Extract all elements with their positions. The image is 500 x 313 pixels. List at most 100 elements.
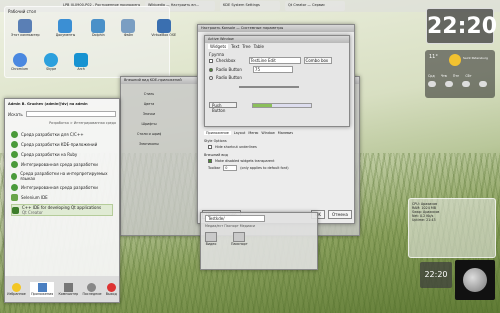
toolbar-hint: (only applies to default font) [240, 166, 289, 170]
tab-layout[interactable]: Layout [234, 131, 246, 135]
tab-recent[interactable]: Последние [82, 282, 102, 296]
tab-malevich[interactable]: Малевич [278, 131, 293, 135]
preview-window: Active Window Widgets Text Tree Table Гр… [204, 35, 350, 127]
cancel-button[interactable]: Отмена [327, 210, 352, 219]
dolphin-window: Testkde/ Медиа/ест Паспорт Медиаси Видео… [200, 212, 318, 270]
launcher-tabs: Избранное Приложения Компьютер Последние… [5, 276, 119, 302]
push-button[interactable]: Push Button [209, 102, 237, 113]
dolphin-path[interactable]: Testkde/ [205, 215, 265, 222]
system-monitor: CPU: Арахисов RAM: 1024 МВ Swap: Арахисо… [408, 198, 496, 258]
sidebar-item-icons[interactable]: Значки [137, 112, 161, 116]
sidebar-item-gtk[interactable]: Стили и шрифты GTK [137, 132, 161, 136]
search-label: Искать [8, 111, 23, 117]
clock-icon [87, 282, 97, 292]
app-icon [11, 172, 18, 180]
desktop-icon[interactable]: Skype [44, 53, 59, 71]
weather-day: Сбт [465, 74, 472, 78]
tab-menu[interactable]: Меню [248, 131, 258, 135]
clock-widget: 22:20 [426, 8, 498, 44]
app-icon [11, 161, 18, 168]
desktop-icon[interactable]: Документы [56, 19, 75, 37]
app-icon [11, 151, 18, 158]
desktop-icon[interactable]: Dolphin [91, 19, 106, 37]
weather-sun-icon [449, 54, 461, 66]
tab-leave[interactable]: Выход [106, 282, 117, 296]
desktop-folder: Рабочий стол Этот компьютер Документы Do… [4, 6, 176, 78]
computer-icon [63, 282, 73, 292]
folder-title: Рабочий стол [8, 9, 37, 14]
preview-title: Active Window [205, 36, 349, 43]
style-window: Настроить Konsole — Системные параметры … [197, 24, 355, 224]
list-item[interactable]: Среда разработки на интерпретируемых язы… [11, 171, 113, 181]
sidebar-item-emoticons[interactable]: Эмотиконы [137, 142, 161, 146]
progress-fill [253, 103, 272, 107]
cloud-icon [462, 81, 470, 87]
search-input[interactable] [25, 111, 116, 117]
preview-tab[interactable]: Text [231, 44, 239, 49]
style-window-titlebar[interactable]: Настроить Konsole — Системные параметры [198, 25, 354, 32]
tab-applications[interactable]: Приложения [30, 281, 55, 297]
desktop-icon[interactable]: Arch [74, 53, 89, 71]
section-appearance: Внешний вид [204, 153, 228, 157]
desktop-icon[interactable]: Файл [121, 19, 136, 37]
preview-tab[interactable]: Table [254, 44, 264, 49]
cloud-icon [428, 81, 436, 87]
weather-widget: 11° Saint Petersburg Срд Чтв Птн Сбт [425, 50, 495, 98]
task-item[interactable]: KDE System Settings [220, 1, 280, 11]
app-icon [11, 131, 18, 138]
app-launcher: Admin В. Gruchev (admin@dv) на admin Иск… [4, 98, 120, 303]
star-icon [11, 282, 21, 292]
desktop-icon[interactable]: VirtualBox OSE [151, 19, 176, 37]
tab-favorites[interactable]: Избранное [7, 282, 26, 296]
folder-item[interactable]: Видео [205, 232, 217, 246]
list-item[interactable]: Интегрированная среда разработки [11, 184, 113, 191]
desktop-icon[interactable]: Этот компьютер [11, 19, 40, 37]
checkbox[interactable] [208, 159, 212, 163]
task-item[interactable]: Qt Creator — Сервис [285, 1, 345, 11]
sidebar-item-fonts[interactable]: Шрифты [137, 122, 161, 126]
tab-application[interactable]: Приложение [204, 131, 231, 135]
list-item[interactable]: Selenium IDE [11, 194, 113, 201]
line-edit[interactable]: TestLine Edit [248, 57, 301, 64]
apps-icon [37, 282, 47, 292]
small-clock-widget: 22:20 [420, 262, 452, 288]
sidebar-item-colors[interactable]: Цвета [137, 102, 161, 106]
dolphin-header: Медиа/ест Паспорт Медиаси [205, 224, 256, 228]
power-icon [106, 282, 116, 292]
category-breadcrumb[interactable]: Разработка > Интегрированная среда [5, 119, 119, 127]
moon-icon [463, 268, 487, 292]
combo-box[interactable]: Combo box [303, 57, 332, 64]
cloud-icon [479, 81, 487, 87]
weather-day: Птн [452, 74, 460, 78]
sidebar-item-style[interactable]: Стиль [137, 92, 161, 96]
toolbar-spin[interactable]: 0 [223, 165, 238, 171]
preview-tab[interactable]: Widgets [208, 44, 229, 49]
toolbar-label: Toolbar [208, 166, 221, 170]
folder-icon [233, 232, 246, 242]
tab-window[interactable]: Window [261, 131, 274, 135]
progress-bar [252, 102, 312, 108]
list-item[interactable]: Среда разработки для C/C++ [11, 131, 113, 138]
weather-day: Срд [428, 74, 435, 78]
cloud-icon [445, 81, 453, 87]
clock-time: 22:20 [427, 14, 498, 39]
desktop-icon[interactable]: Chromium [11, 53, 28, 71]
app-icon [12, 206, 19, 214]
list-item[interactable]: Среда разработки KDE-приложений [11, 141, 113, 148]
folder-item[interactable]: Паиспорт [231, 232, 248, 246]
radio-button[interactable] [209, 67, 213, 72]
checkbox[interactable] [208, 145, 212, 149]
app-icon [11, 194, 18, 201]
list-item[interactable]: Среда разработки на Ruby [11, 151, 113, 158]
list-item[interactable]: Интегрированная среда разработки [11, 161, 113, 168]
spin-box[interactable]: 75 [252, 66, 293, 73]
weather-temp: 11° [429, 54, 438, 60]
weather-city: Saint Petersburg [463, 56, 488, 60]
radio-button[interactable] [209, 75, 213, 80]
launcher-user: Admin В. Gruchev (admin@dv) на admin [8, 102, 88, 106]
checkbox[interactable] [209, 58, 213, 63]
list-item[interactable]: C++ IDE for developing Qt applications Qt… [11, 204, 113, 216]
preview-slider[interactable] [239, 86, 299, 88]
tab-computer[interactable]: Компьютер [58, 282, 78, 296]
preview-tab[interactable]: Tree [242, 44, 250, 49]
